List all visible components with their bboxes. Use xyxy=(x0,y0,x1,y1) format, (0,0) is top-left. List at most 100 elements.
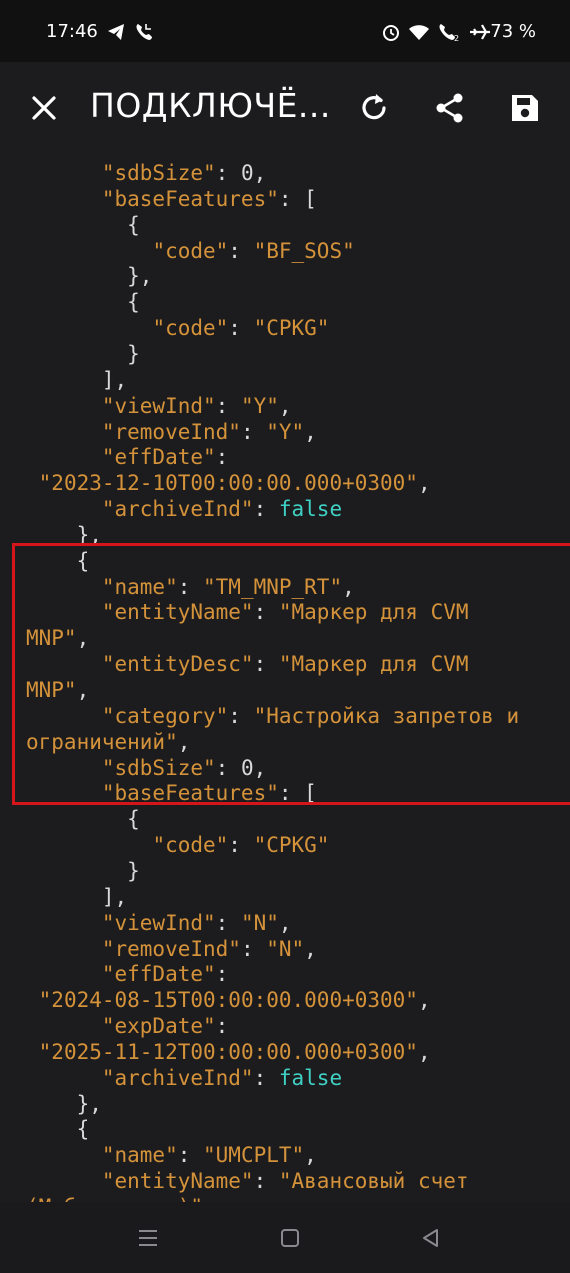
code-punct: { xyxy=(127,807,140,832)
code-key: "viewInd" xyxy=(101,910,216,935)
code-punct: : 0, xyxy=(215,755,267,780)
code-line: "name": "TM_MNP_RT", xyxy=(26,574,355,600)
code-punct: : xyxy=(240,419,267,444)
code-str: "N" xyxy=(240,910,279,935)
code-punct: : xyxy=(253,1169,279,1194)
code-str: "Настройка запретов и xyxy=(253,703,520,728)
home-icon[interactable] xyxy=(278,1226,302,1250)
code-line: "effDate": xyxy=(26,444,228,470)
code-line: "code": "BF_SOS" xyxy=(26,238,354,264)
code-line: "code": "CPKG" xyxy=(26,832,329,858)
code-punct: : xyxy=(215,1014,229,1039)
close-icon[interactable] xyxy=(26,90,62,126)
code-line: "baseFeatures": [ xyxy=(26,780,317,806)
code-str: (Моб. платеж)" xyxy=(26,1195,203,1202)
code-punct: : xyxy=(240,936,267,961)
code-punct: : xyxy=(253,652,279,677)
code-line: "archiveInd": false xyxy=(26,1065,342,1091)
code-str: "CPKG" xyxy=(253,316,330,341)
code-line: }, xyxy=(26,1091,102,1117)
code-punct: : [ xyxy=(278,781,317,806)
code-key: "archiveInd" xyxy=(101,497,254,522)
code-line: MNP", xyxy=(26,677,89,703)
code-punct: , xyxy=(177,729,191,754)
code-punct: : xyxy=(228,703,254,728)
refresh-icon[interactable] xyxy=(356,90,392,126)
code-key: "viewInd" xyxy=(101,393,216,418)
code-punct: : xyxy=(228,316,254,341)
code-punct: : xyxy=(253,497,279,522)
save-icon[interactable] xyxy=(507,90,543,126)
code-punct: : xyxy=(228,833,254,858)
code-line: "archiveInd": false xyxy=(26,496,342,522)
code-str: "TM_MNP_RT" xyxy=(203,574,343,599)
code-key: "archiveInd" xyxy=(101,1065,254,1090)
code-key: "code" xyxy=(152,833,229,858)
code-line: }, xyxy=(26,522,102,548)
json-code-view[interactable]: "sdbSize": 0, "baseFeatures": [ { "code"… xyxy=(0,156,570,1202)
code-punct: { xyxy=(127,290,140,315)
code-punct: , xyxy=(304,936,317,961)
code-line: { xyxy=(26,548,90,574)
code-key: "name" xyxy=(101,1143,178,1168)
code-str: "CPKG" xyxy=(253,833,330,858)
code-str: "Маркер для CVM xyxy=(278,600,469,625)
code-key: "removeInd" xyxy=(101,936,241,961)
code-str: "UMCPLT" xyxy=(203,1143,305,1168)
code-line: "2025-11-12T00:00:00.000+0300", xyxy=(26,1039,431,1065)
code-line: "sdbSize": 0, xyxy=(26,160,266,186)
code-punct: : xyxy=(215,910,241,935)
share-icon[interactable] xyxy=(432,90,468,126)
code-line: } xyxy=(26,858,140,884)
code-key: "code" xyxy=(152,238,229,263)
code-punct: , xyxy=(417,471,431,496)
code-punct: : xyxy=(177,1143,204,1168)
code-line: { xyxy=(26,1116,90,1142)
code-punct: { xyxy=(127,212,140,237)
code-key: "expDate" xyxy=(101,1014,216,1039)
code-line: "2024-08-15T00:00:00.000+0300", xyxy=(26,987,431,1013)
status-time: 17:46 xyxy=(46,21,98,42)
code-punct: , xyxy=(76,626,90,651)
code-key: "sdbSize" xyxy=(101,755,216,780)
code-line: ограничений", xyxy=(26,729,190,755)
code-punct: : xyxy=(215,445,229,470)
code-line: "entityDesc": "Маркер для CVM xyxy=(26,651,469,677)
code-str: "2023-12-10T00:00:00.000+0300" xyxy=(38,471,418,496)
code-str: "Y" xyxy=(266,419,305,444)
back-icon[interactable] xyxy=(419,1226,443,1250)
code-line: "code": "CPKG" xyxy=(26,315,329,341)
code-str: "2024-08-15T00:00:00.000+0300" xyxy=(38,988,418,1013)
code-line: "sdbSize": 0, xyxy=(26,755,266,781)
recent-apps-icon[interactable] xyxy=(136,1226,160,1250)
code-punct: : xyxy=(253,1065,279,1090)
code-line: { xyxy=(26,806,140,832)
code-str: MNP" xyxy=(26,678,77,702)
code-key: "entityName" xyxy=(101,600,254,625)
wifi-call-icon xyxy=(409,25,429,40)
code-line: "name": "UMCPLT", xyxy=(26,1142,317,1168)
code-punct: , xyxy=(342,574,355,599)
code-punct: , xyxy=(203,1195,216,1202)
code-line: ], xyxy=(26,367,127,393)
code-str: MNP" xyxy=(26,626,77,651)
code-line: (Моб. платеж)", xyxy=(26,1194,216,1202)
